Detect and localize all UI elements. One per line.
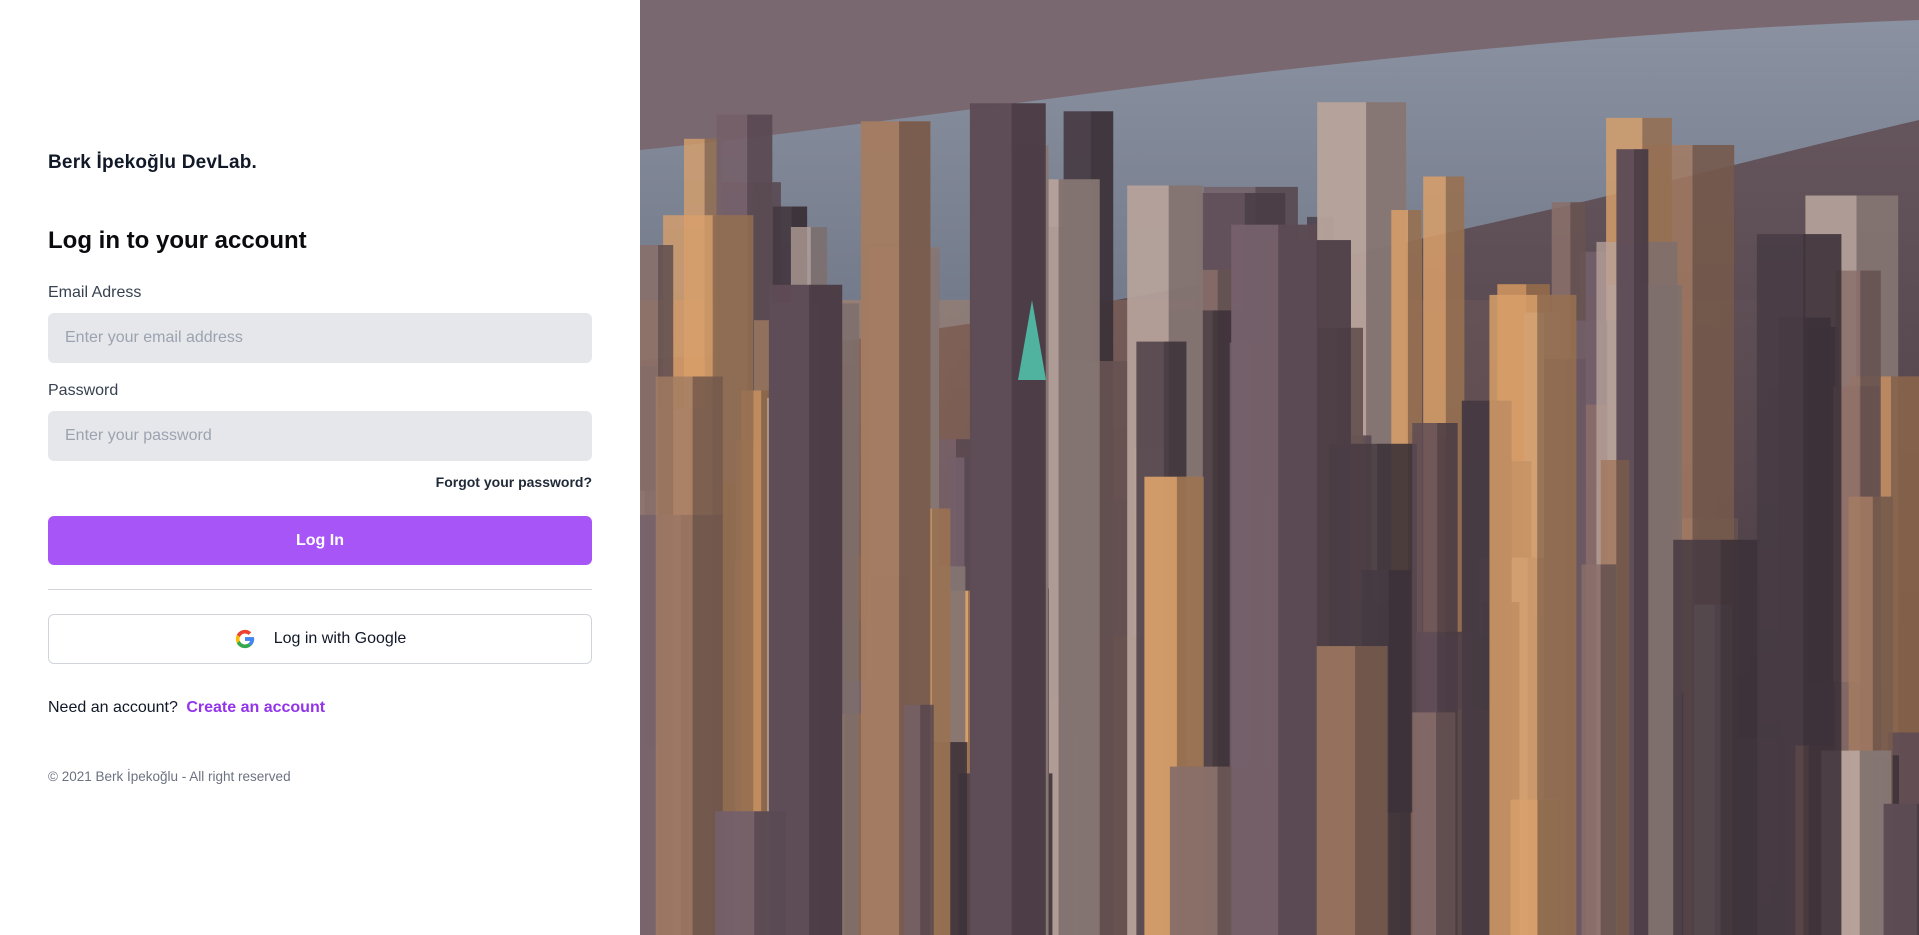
google-login-label: Log in with Google — [273, 630, 407, 647]
page-title: Log in to your account — [48, 227, 307, 254]
create-account-link[interactable]: Create an account — [186, 699, 325, 716]
city-skyline-image — [640, 0, 1919, 935]
google-login-button[interactable]: Log in with Google — [48, 614, 592, 664]
password-field[interactable] — [48, 411, 592, 461]
password-label: Password — [48, 382, 119, 399]
google-icon — [235, 629, 254, 649]
signup-prompt: Need an account? — [48, 699, 178, 716]
signup-row: Need an account? Create an account — [48, 699, 325, 717]
email-field[interactable] — [48, 313, 592, 363]
copyright-footer: © 2021 Berk İpekoğlu - All right reserve… — [48, 769, 291, 784]
forgot-password-link[interactable]: Forgot your password? — [292, 474, 592, 490]
login-button[interactable]: Log In — [48, 516, 592, 565]
brand-logo-text: Berk İpekoğlu DevLab. — [48, 152, 258, 173]
email-label: Email Adress — [48, 284, 142, 301]
hero-image-panel — [640, 0, 1919, 935]
divider — [48, 589, 592, 590]
login-panel: Berk İpekoğlu DevLab. Log in to your acc… — [0, 0, 640, 935]
